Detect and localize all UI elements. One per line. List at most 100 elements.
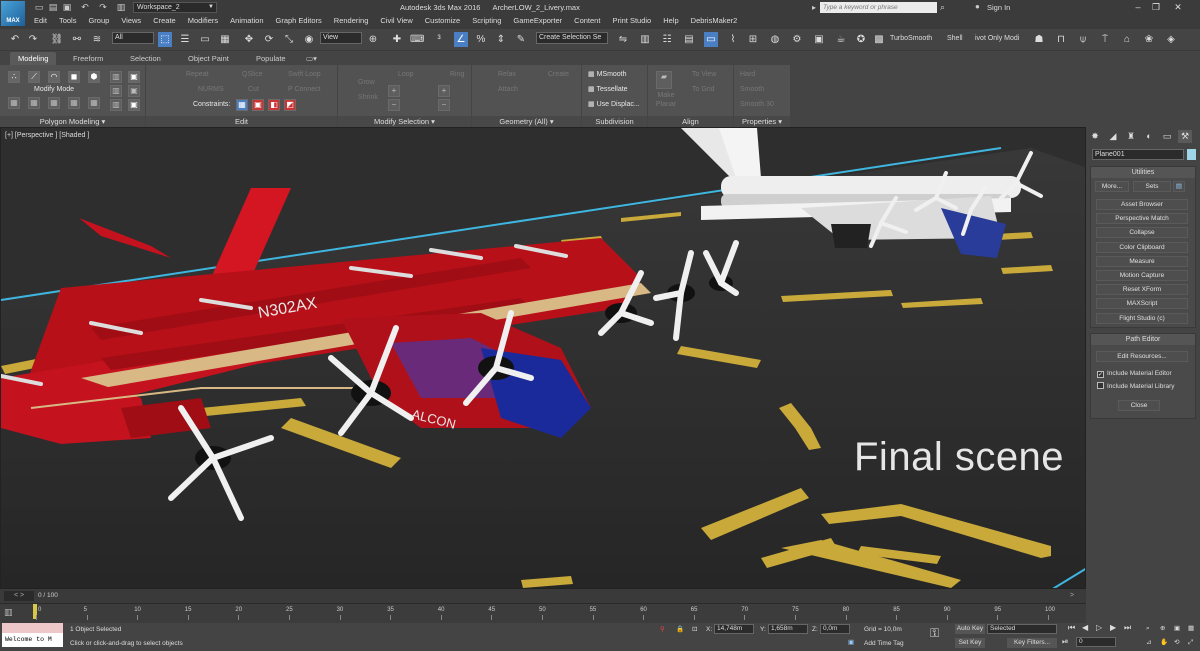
constraint-normal-icon[interactable]: ◩ <box>284 99 296 111</box>
sets-button[interactable]: Sets <box>1133 181 1171 192</box>
modify-tab-icon[interactable]: ◢ <box>1106 130 1120 143</box>
close-button[interactable]: Close <box>1118 400 1160 411</box>
rendered-frame-window-icon[interactable]: ▣ <box>812 32 826 47</box>
ring-tool-icon[interactable]: + <box>438 85 450 97</box>
select-manipulate-icon[interactable]: ✚ <box>390 32 404 47</box>
curve-editor-icon[interactable]: ⌇ <box>726 32 740 47</box>
motion-tab-icon[interactable]: ◐ <box>1142 130 1156 143</box>
redo-icon[interactable]: ↷ <box>98 3 108 12</box>
create-button[interactable]: Create <box>548 70 569 80</box>
selection-filter-select[interactable]: All <box>112 32 154 44</box>
loop-tool-icon[interactable]: + <box>388 85 400 97</box>
polygon-mode-icon[interactable]: ◼ <box>68 71 80 83</box>
utilities-title[interactable]: Utilities <box>1091 167 1195 178</box>
menu-item[interactable]: Scripting <box>466 15 507 27</box>
group-title-text[interactable]: Subdivision <box>582 116 647 127</box>
smooth-button[interactable]: Smooth <box>740 85 764 95</box>
restore-icon[interactable]: ❐ <box>1150 2 1162 12</box>
move-icon[interactable]: ✥ <box>242 32 256 47</box>
current-frame-field[interactable]: 0 <box>1076 637 1116 647</box>
edit-resources-button[interactable]: Edit Resources... <box>1096 351 1188 362</box>
jacket-icon[interactable]: ⍑ <box>1098 32 1112 47</box>
tab-populate[interactable]: Populate <box>248 52 294 65</box>
pivot-center-icon[interactable]: ⊕ <box>366 32 380 47</box>
undo-icon[interactable]: ↶ <box>80 3 90 12</box>
orbit-icon[interactable]: ⟲ <box>1174 638 1179 648</box>
tab-freeform[interactable]: Freeform <box>65 52 111 65</box>
swift-loop-button[interactable]: Swift Loop <box>288 70 321 80</box>
z-coordinate-field[interactable]: 0,0m <box>820 624 850 634</box>
menu-item[interactable]: Create <box>147 15 182 27</box>
key-filters-button[interactable]: Key Filters... <box>1007 638 1057 648</box>
zoom-all-icon[interactable]: ⊕ <box>1160 624 1165 634</box>
group-title-text[interactable]: Edit <box>146 116 337 127</box>
key-filter-select[interactable]: Selected <box>987 624 1057 634</box>
edge-mode-icon[interactable]: ⟋ <box>28 71 40 83</box>
poly-tool-icon[interactable]: ▥ <box>110 71 122 83</box>
include-material-library-checkbox[interactable]: Include Material Library <box>1097 382 1175 391</box>
maximize-viewport-icon[interactable]: ⤢ <box>1188 638 1193 648</box>
zoom-extents-icon[interactable]: ▣ <box>1174 624 1180 634</box>
hair-icon[interactable]: ❀ <box>1142 32 1156 47</box>
group-title-text[interactable]: Align <box>648 116 733 127</box>
utility-button[interactable]: Flight Studio (c) <box>1096 312 1188 324</box>
minimize-icon[interactable]: – <box>1132 2 1144 12</box>
toggle-layer-explorer-icon[interactable]: ▤ <box>682 32 696 47</box>
poly-tool-icon[interactable]: ▦ <box>48 97 60 109</box>
time-tag-icon[interactable]: ▣ <box>848 638 854 648</box>
select-object-icon[interactable]: ⬚ <box>158 32 172 47</box>
key-icon[interactable]: ⚿ <box>930 627 939 639</box>
schematic-view-icon[interactable]: ⊞ <box>746 32 760 47</box>
turbosmooth-button[interactable]: TurboSmooth <box>890 33 932 45</box>
mini-curve-editor-icon[interactable]: ▥ <box>4 606 18 618</box>
open-file-icon[interactable]: ▤ <box>48 3 58 12</box>
field-of-view-icon[interactable]: ⊿ <box>1146 638 1151 648</box>
smooth-30-button[interactable]: Smooth 30 <box>740 100 774 110</box>
snaps-toggle-icon[interactable]: ³ <box>432 32 446 47</box>
key-mode-icon[interactable]: ⏯ <box>1062 637 1068 647</box>
tab-modeling[interactable]: Modeling <box>10 52 57 65</box>
qslice-button[interactable]: QSlice <box>242 70 263 80</box>
element-mode-icon[interactable]: ⬢ <box>88 71 100 83</box>
modify-mode-label[interactable]: Modify Mode <box>34 85 74 95</box>
loop-button[interactable]: Loop <box>398 70 414 80</box>
include-material-editor-checkbox[interactable]: ✓ Include Material Editor <box>1097 369 1172 378</box>
y-coordinate-field[interactable]: 1,658m <box>768 624 808 634</box>
render-setup-icon[interactable]: ⚙ <box>790 32 804 47</box>
reference-coordinate-select[interactable]: View <box>320 32 362 44</box>
use-displacement-button[interactable]: ▦ Use Displac... <box>588 100 640 110</box>
to-view-button[interactable]: To View <box>692 70 716 80</box>
make-planar-icon[interactable]: ▰ <box>656 71 672 89</box>
time-slider-thumb[interactable]: < > <box>4 591 34 601</box>
msmooth-button[interactable]: ▦ MSmooth <box>588 70 627 80</box>
menu-item[interactable]: Content <box>568 15 606 27</box>
spinner-snap-icon[interactable]: ⇕ <box>494 32 508 47</box>
ribbon-options-icon[interactable]: ▭▾ <box>298 52 325 65</box>
pan-icon[interactable]: ✋ <box>1160 638 1168 648</box>
utility-button[interactable]: Perspective Match <box>1096 213 1188 225</box>
menu-item[interactable]: Edit <box>28 15 53 27</box>
edit-named-selection-icon[interactable]: ✎ <box>514 32 528 47</box>
auto-key-button[interactable]: Auto Key <box>955 624 985 634</box>
select-by-name-icon[interactable]: ☰ <box>178 32 192 47</box>
checker-icon[interactable]: ▩ <box>872 32 886 47</box>
viewport-label[interactable]: [+] [Perspective ] [Shaded ] <box>5 131 89 140</box>
project-folder-icon[interactable]: ▥ <box>116 3 126 12</box>
poly-tool-icon[interactable]: ▥ <box>110 85 122 97</box>
bind-spacewarp-icon[interactable]: ≋ <box>90 32 104 47</box>
hard-button[interactable]: Hard <box>740 70 755 80</box>
object-color-swatch[interactable] <box>1187 149 1196 160</box>
utility-button[interactable]: Motion Capture <box>1096 270 1188 281</box>
new-file-icon[interactable]: ▭ <box>34 3 44 12</box>
make-planar-button[interactable]: Make Planar <box>652 91 680 109</box>
search-icon[interactable]: ⌕ <box>940 2 950 12</box>
attach-button[interactable]: Attach <box>498 85 518 95</box>
ring-button[interactable]: Ring <box>450 70 464 80</box>
poly-tool-icon[interactable]: ▣ <box>128 71 140 83</box>
create-tab-icon[interactable]: ✸ <box>1088 130 1102 143</box>
utility-button[interactable]: Asset Browser <box>1096 199 1188 210</box>
pivot-only-button[interactable]: ivot Only Modi <box>975 33 1019 45</box>
garment-icon[interactable]: ◈ <box>1164 32 1178 47</box>
cloth-icon[interactable]: ⌂ <box>1120 32 1134 47</box>
absolute-mode-icon[interactable]: ⊡ <box>692 625 697 635</box>
